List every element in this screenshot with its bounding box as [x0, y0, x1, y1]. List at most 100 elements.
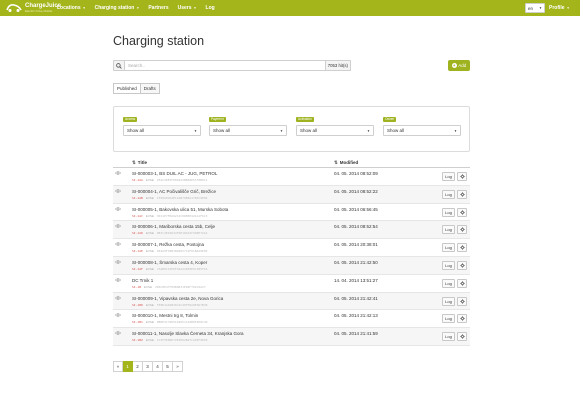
page-title: Charging station	[113, 34, 205, 48]
table-row[interactable]: SI-000006-1, Mariborska cesta 15b, Celje…	[113, 221, 470, 240]
settings-button[interactable]	[457, 260, 467, 270]
filter-access: Access Show all ▼	[123, 116, 201, 137]
log-button[interactable]: Log	[442, 172, 455, 181]
table-row[interactable]: SI-000007-1, Režka cesta, Postojna SI-1AE…	[113, 239, 470, 257]
payment-select[interactable]: Show all ▼	[209, 125, 287, 137]
gear-icon	[459, 298, 465, 304]
tab-drafts[interactable]: Drafts	[140, 83, 160, 94]
caret-down-icon: ▼	[82, 6, 86, 10]
table-row[interactable]: SI-000004-1, AC Počivališče Grič, Brežic…	[113, 185, 470, 204]
table-row[interactable]: DC Trnik 1 SI-1B EVSE 2D6C8E47F09B4B31E94F7…	[113, 275, 470, 293]
brand-logo[interactable]: ChargeJuice Electric Drive Mobile	[5, 3, 61, 13]
modified-date: 04. 05. 2014 06:56:45	[334, 206, 378, 212]
nav-partners[interactable]: Partners	[148, 5, 168, 11]
eye-icon[interactable]	[115, 242, 121, 246]
page-3[interactable]: 3	[143, 361, 153, 372]
table-row[interactable]: SI-000010-1, Mestni trg 8, Tolmin SI-1B1 E…	[113, 310, 470, 329]
station-meta: SI-1AE EVSE 6E2A9F30B18D4D57C2F81B4A9E05	[132, 249, 207, 253]
table-row[interactable]: SI-000008-1, Šmarska cesta 4, Koper SI-1A…	[113, 256, 470, 275]
station-title[interactable]: SI-000010-1, Mestni trg 8, Tolmin	[132, 313, 198, 318]
settings-button[interactable]	[457, 314, 467, 324]
nav-charging-station[interactable]: Charging station ▼	[95, 5, 140, 11]
profile-menu[interactable]: Profile ▼	[549, 5, 570, 11]
table-row[interactable]: SI-000003-1, BS DUIL AC - JUG, PETROL SI-…	[113, 168, 470, 186]
station-uid: 1C2F5E80E72E4E62B27CA05F9D50	[156, 338, 208, 343]
tab-published[interactable]: Published	[113, 83, 141, 94]
page-1[interactable]: 1	[123, 361, 133, 372]
settings-button[interactable]	[457, 189, 467, 199]
settings-button[interactable]	[457, 172, 467, 181]
search-button[interactable]	[113, 60, 125, 71]
eye-icon[interactable]	[115, 206, 121, 211]
eye-icon[interactable]	[115, 331, 121, 335]
modified-date: 04. 05. 2014 21:42:41	[334, 295, 378, 301]
owner-select[interactable]: Show all ▼	[383, 125, 461, 137]
table-row[interactable]: SI-000011-1, Nasolje Slavka Černeta 34, …	[113, 328, 470, 346]
log-button[interactable]: Log	[442, 243, 455, 253]
log-button[interactable]: Log	[442, 207, 455, 217]
log-button[interactable]: Log	[442, 278, 455, 288]
eye-icon[interactable]	[115, 278, 121, 282]
top-navbar: ChargeJuice Electric Drive Mobile Locati…	[0, 0, 580, 16]
station-title[interactable]: SI-000006-1, Mariborska cesta 15b, Celje	[132, 224, 215, 229]
column-title[interactable]: ⇅ Title	[132, 160, 147, 166]
log-button[interactable]: Log	[442, 314, 455, 324]
add-button[interactable]: + Add	[448, 60, 470, 71]
activation-select[interactable]: Show all ▼	[296, 125, 374, 137]
station-title[interactable]: SI-000011-1, Nasolje Slavka Černeta 34, …	[132, 331, 243, 336]
modified-date: 04. 05. 2014 08:52:09	[334, 171, 378, 176]
log-button[interactable]: Log	[442, 260, 455, 270]
nav-log[interactable]: Log	[206, 5, 215, 11]
station-title[interactable]: DC Trnik 1	[132, 278, 153, 283]
station-meta: SI-1B2 EVSE 1C2F5E80E72E4E62B27CA05F9D50	[132, 338, 207, 342]
log-button[interactable]: Log	[442, 189, 455, 199]
page-next[interactable]: »	[173, 361, 183, 372]
station-title[interactable]: SI-000008-1, Šmarska cesta 4, Koper	[132, 260, 207, 265]
settings-button[interactable]	[457, 296, 467, 306]
sort-icon: ⇅	[132, 159, 136, 165]
station-uid: 3D11E7F0A92C4C8DB5E42A11F6C3	[156, 213, 208, 218]
settings-button[interactable]	[457, 243, 467, 253]
settings-button[interactable]	[457, 225, 467, 235]
filter-label: Activation	[296, 117, 314, 123]
log-button[interactable]: Log	[442, 332, 455, 342]
nav-users[interactable]: Users ▼	[178, 5, 197, 11]
page-4[interactable]: 4	[153, 361, 163, 372]
settings-button[interactable]	[457, 278, 467, 288]
column-modified[interactable]: ⇅ Modified	[334, 160, 358, 166]
caret-down-icon: ▼	[136, 6, 140, 10]
station-title[interactable]: SI-000009-1, Vipavska cesta 2e, Nova Gor…	[132, 296, 223, 301]
page-2[interactable]: 2	[133, 361, 143, 372]
log-button[interactable]: Log	[442, 296, 455, 306]
language-select[interactable]: en ▼	[525, 3, 545, 13]
station-code: SI-1AA	[132, 178, 143, 182]
caret-down-icon: ▼	[193, 6, 197, 10]
modified-date: 04. 05. 2014 08:52:22	[334, 188, 378, 194]
page-prev[interactable]: «	[113, 361, 123, 372]
station-title[interactable]: SI-000003-1, BS DUIL AC - JUG, PETROL	[132, 171, 217, 176]
eye-icon[interactable]	[115, 313, 121, 317]
eye-icon[interactable]	[115, 171, 121, 175]
caret-down-icon: ▼	[566, 6, 570, 10]
search-bar: 7053 hit(s)	[113, 60, 351, 71]
settings-button[interactable]	[457, 332, 467, 342]
station-title[interactable]: SI-000005-1, Bakovska ulica 51, Murska S…	[132, 207, 228, 212]
eye-icon[interactable]	[115, 224, 121, 229]
table-row[interactable]: SI-000009-1, Vipavska cesta 2e, Nova Gor…	[113, 292, 470, 311]
log-button[interactable]: Log	[442, 225, 455, 235]
caret-down-icon: ▼	[194, 128, 197, 133]
access-select[interactable]: Show all ▼	[123, 125, 201, 137]
settings-button[interactable]	[457, 207, 467, 217]
station-title[interactable]: SI-000007-1, Režka cesta, Postojna	[132, 242, 204, 247]
eye-icon[interactable]	[115, 189, 121, 193]
nav-locations[interactable]: Locations ▼	[57, 5, 86, 11]
search-input[interactable]	[125, 60, 326, 71]
page-5[interactable]: 5	[163, 361, 173, 372]
pagination: « 1 2 3 4 5 »	[113, 361, 183, 372]
station-title[interactable]: SI-000004-1, AC Počivališče Grič, Brežic…	[132, 189, 216, 194]
eye-icon[interactable]	[115, 260, 121, 264]
evse-label: EVSE	[145, 178, 154, 182]
brand-tagline: Electric Drive Mobile	[25, 9, 53, 13]
table-row[interactable]: SI-000005-1, Bakovska ulica 51, Murska S…	[113, 204, 470, 222]
eye-icon[interactable]	[115, 295, 121, 300]
